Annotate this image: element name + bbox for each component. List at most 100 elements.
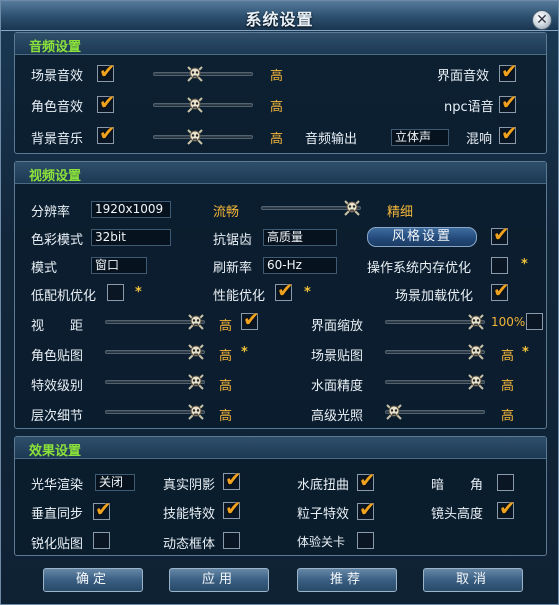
audio-output-label: 音频输出 — [305, 132, 358, 147]
skull-knob-icon[interactable] — [187, 403, 205, 421]
underwater-label: 水底扭曲 — [297, 478, 350, 493]
vignette-checkbox[interactable] — [497, 474, 514, 491]
ui-sound-checkbox[interactable]: ✔ — [499, 59, 518, 83]
underwater-checkbox[interactable]: ✔ — [357, 468, 376, 492]
os-mem-checkbox[interactable] — [491, 257, 508, 274]
mode-select[interactable]: 窗口 — [91, 257, 147, 274]
antialias-select[interactable]: 高质量 — [263, 229, 337, 246]
resolution-select[interactable]: 1920x1009 — [91, 201, 171, 218]
vsync-checkbox[interactable]: ✔ — [93, 497, 112, 521]
effect-level-slider[interactable] — [105, 372, 205, 392]
video-panel-title: 视频设置 — [29, 169, 82, 184]
skull-knob-icon[interactable] — [187, 313, 205, 331]
skull-knob-icon[interactable] — [186, 96, 204, 114]
scene-load-checkbox[interactable]: ✔ — [491, 278, 510, 302]
role-sound-slider[interactable] — [153, 95, 253, 115]
view-distance-checkbox[interactable]: ✔ — [241, 307, 260, 331]
video-panel-header: 视频设置 — [15, 162, 546, 184]
check-icon: ✔ — [359, 497, 376, 521]
sharpen-checkbox[interactable] — [93, 532, 110, 549]
bgm-level: 高 — [270, 132, 284, 147]
bgm-checkbox[interactable]: ✔ — [97, 121, 116, 145]
settings-window: 系统设置 ✕ 音频设置 场景音效 ✔ 高 界面音效 ✔ 角色音效 ✔ 高 npc… — [0, 0, 559, 605]
check-icon: ✔ — [501, 59, 518, 83]
check-icon: ✔ — [243, 307, 260, 331]
skull-knob-icon[interactable] — [186, 65, 204, 83]
shadow-checkbox[interactable]: ✔ — [223, 467, 242, 491]
sharpen-label: 锐化贴图 — [31, 537, 84, 552]
dynamic-frame-checkbox[interactable] — [223, 532, 240, 549]
water-level: 高 — [501, 379, 515, 394]
refresh-select[interactable]: 60-Hz — [263, 257, 337, 274]
lod-slider[interactable] — [105, 402, 205, 422]
resolution-label: 分辨率 — [31, 205, 71, 220]
npc-voice-label: npc语音 — [444, 100, 494, 115]
skull-knob-icon[interactable] — [343, 199, 361, 217]
view-distance-slider[interactable] — [105, 312, 205, 332]
bloom-select[interactable]: 关闭 — [95, 474, 135, 491]
particle-checkbox[interactable]: ✔ — [357, 497, 376, 521]
skull-knob-icon[interactable] — [187, 343, 205, 361]
lighting-label: 高级光照 — [311, 409, 364, 424]
audio-panel-header: 音频设置 — [15, 33, 546, 55]
check-icon: ✔ — [225, 467, 242, 491]
audio-panel-title: 音频设置 — [29, 40, 82, 55]
skill-fx-checkbox[interactable]: ✔ — [223, 496, 242, 520]
ui-scale-slider[interactable] — [385, 312, 485, 332]
reverb-checkbox[interactable]: ✔ — [499, 121, 518, 145]
trial-card-checkbox[interactable] — [357, 532, 374, 549]
skull-knob-icon[interactable] — [467, 373, 485, 391]
check-icon: ✔ — [501, 121, 518, 145]
ui-sound-label: 界面音效 — [437, 69, 490, 84]
quality-left-label: 流畅 — [213, 205, 240, 220]
lod-level: 高 — [219, 409, 233, 424]
quality-slider[interactable] — [261, 198, 361, 218]
scene-sound-checkbox[interactable]: ✔ — [97, 59, 116, 83]
check-icon: ✔ — [225, 496, 242, 520]
color-mode-select[interactable]: 32bit — [91, 229, 171, 246]
skull-knob-icon[interactable] — [467, 313, 485, 331]
role-texture-slider[interactable] — [105, 342, 205, 362]
scene-texture-label: 场景贴图 — [311, 349, 364, 364]
skull-knob-icon[interactable] — [187, 373, 205, 391]
bgm-slider[interactable] — [153, 127, 253, 147]
role-sound-checkbox[interactable]: ✔ — [97, 90, 116, 114]
role-sound-level: 高 — [270, 100, 284, 115]
cancel-button[interactable]: 取消 — [423, 568, 523, 592]
close-icon[interactable]: ✕ — [532, 10, 552, 30]
particle-label: 粒子特效 — [297, 507, 350, 522]
low-spec-checkbox[interactable] — [107, 284, 124, 301]
ui-scale-checkbox[interactable] — [526, 313, 543, 330]
lighting-slider[interactable] — [385, 402, 485, 422]
camera-height-checkbox[interactable]: ✔ — [497, 496, 516, 520]
check-icon: ✔ — [493, 278, 510, 302]
skull-knob-icon[interactable] — [467, 343, 485, 361]
scene-sound-slider[interactable] — [153, 64, 253, 84]
check-icon: ✔ — [99, 90, 116, 114]
title-bar[interactable]: 系统设置 ✕ — [1, 1, 558, 31]
style-settings-button[interactable]: 风格设置 — [367, 227, 477, 247]
perf-opt-checkbox[interactable]: ✔ — [275, 278, 294, 302]
check-icon: ✔ — [359, 468, 376, 492]
apply-button[interactable]: 应用 — [169, 568, 269, 592]
water-label: 水面精度 — [311, 379, 364, 394]
check-icon: ✔ — [99, 59, 116, 83]
water-slider[interactable] — [385, 372, 485, 392]
scene-load-label: 场景加载优化 — [395, 289, 474, 304]
style-settings-checkbox[interactable]: ✔ — [491, 222, 510, 246]
scene-texture-slider[interactable] — [385, 342, 485, 362]
check-icon: ✔ — [499, 496, 516, 520]
audio-output-select[interactable]: 立体声 — [391, 129, 449, 146]
effects-panel-header: 效果设置 — [15, 437, 546, 459]
reverb-label: 混响 — [466, 132, 493, 147]
os-mem-label: 操作系统内存优化 — [367, 261, 472, 276]
skull-knob-icon[interactable] — [186, 128, 204, 146]
effects-panel-title: 效果设置 — [29, 444, 82, 459]
confirm-button[interactable]: 确定 — [43, 568, 143, 592]
effect-level-label: 特效级别 — [31, 379, 84, 394]
recommend-button[interactable]: 推荐 — [297, 568, 397, 592]
role-texture-level: 高 — [219, 349, 233, 364]
role-sound-label: 角色音效 — [31, 100, 84, 115]
skull-knob-icon[interactable] — [385, 403, 403, 421]
npc-voice-checkbox[interactable]: ✔ — [499, 90, 518, 114]
